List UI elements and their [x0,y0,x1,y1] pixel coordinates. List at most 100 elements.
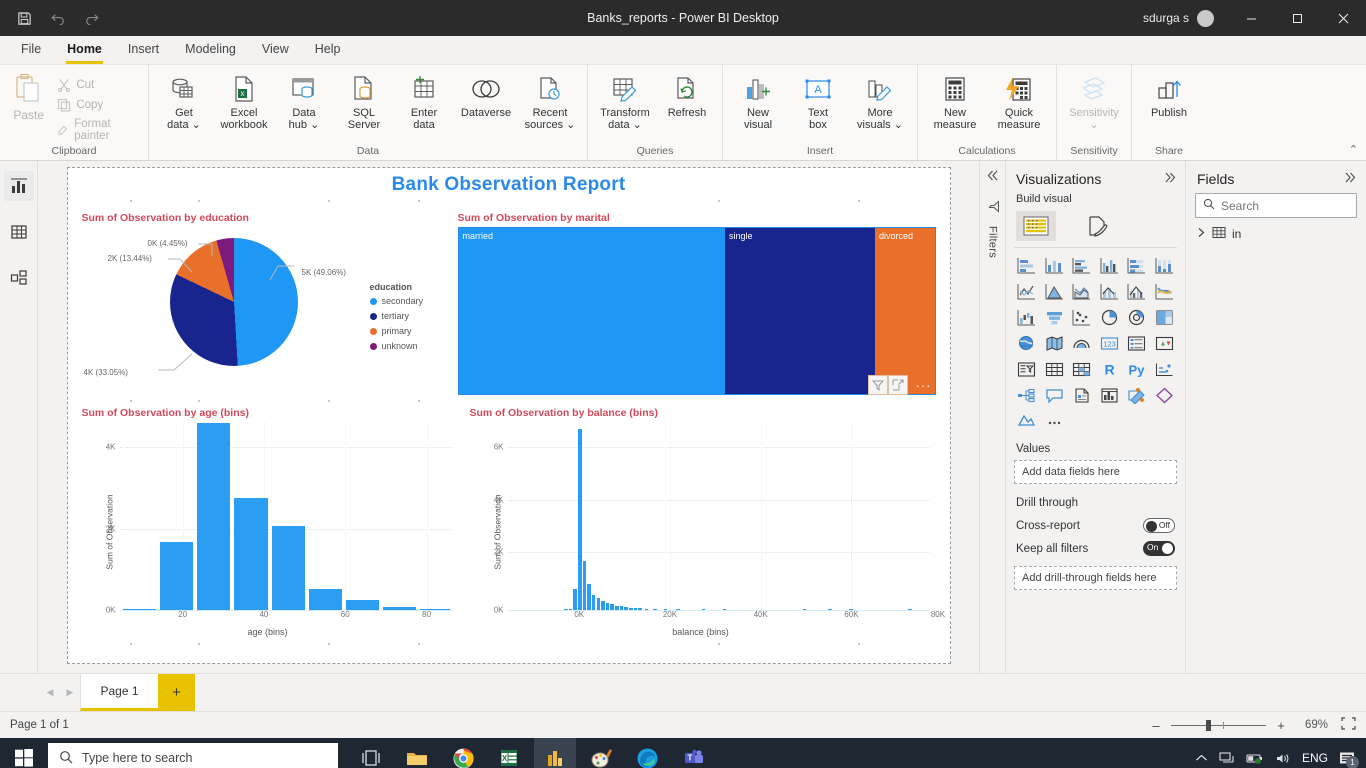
save-icon[interactable] [14,8,34,28]
values-dropzone[interactable]: Add data fields here [1014,460,1177,484]
transform-data-button[interactable]: Transform data ⌄ [594,69,656,135]
tab-help[interactable]: Help [302,36,354,64]
quick-measure-button[interactable]: Quick measure [988,69,1050,135]
tab-view[interactable]: View [249,36,302,64]
new-visual-button[interactable]: New visual [729,69,787,135]
fit-to-page-icon[interactable] [1341,717,1356,733]
line-chart-icon[interactable] [1014,281,1040,302]
map-icon[interactable] [1014,333,1040,354]
windows-start-icon[interactable] [0,738,48,768]
volume-icon[interactable] [1275,752,1291,765]
drillthrough-dropzone[interactable]: Add drill-through fields here [1014,566,1177,590]
legend-item-tertiary[interactable]: tertiary [369,311,424,321]
notifications-icon[interactable]: 1 [1339,751,1359,768]
refresh-button[interactable]: Refresh [658,69,716,123]
python-visual-icon[interactable]: Py [1124,359,1150,380]
chevron-double-left-icon[interactable] [986,169,999,185]
visual-bar-balance-bins[interactable]: Sum of Observation by balance (bins) Sum… [468,405,946,640]
copy-button[interactable]: Copy [53,97,142,113]
waterfall-chart-icon[interactable] [1014,307,1040,328]
power-bi-icon[interactable] [534,738,576,768]
funnel-icon[interactable] [867,375,888,395]
chevron-left-icon[interactable]: ◀ [40,674,60,711]
qa-visual-icon[interactable] [1042,385,1068,406]
smart-narrative-icon[interactable] [1069,385,1095,406]
get-data-button[interactable]: Get data ⌄ [155,69,213,135]
battery-icon[interactable] [1246,752,1264,764]
sidebar-item-report-view[interactable] [3,171,34,201]
100-stacked-bar-chart-icon[interactable] [1124,255,1150,276]
add-page-button[interactable]: + [158,674,195,711]
filled-map-icon[interactable] [1042,333,1068,354]
scatter-chart-icon[interactable] [1069,307,1095,328]
sensitivity-button[interactable]: Sensitivity ⌄ [1063,69,1125,135]
cross-report-toggle[interactable]: Off [1143,518,1175,533]
visual-treemap-marital[interactable]: Sum of Observation by marital married si… [456,210,938,395]
zoom-in-button[interactable]: + [1275,718,1287,733]
stacked-area-chart-icon[interactable] [1069,281,1095,302]
chevron-right-icon[interactable]: ▶ [60,674,80,711]
sidebar-item-data-view[interactable] [4,217,34,247]
clustered-bar-chart-icon[interactable] [1069,255,1095,276]
data-hub-button[interactable]: Data hub ⌄ [275,69,333,135]
more-options-ellipsis-icon[interactable]: ··· [916,378,932,393]
collapse-ribbon-button[interactable]: ⌃ [1349,143,1358,156]
page-tab-page-1[interactable]: Page 1 [80,674,158,711]
azure-map-icon[interactable] [1014,411,1040,432]
tab-file[interactable]: File [8,36,54,64]
file-explorer-icon[interactable] [396,738,438,768]
recent-sources-button[interactable]: Recent sources ⌄ [519,69,581,135]
r-script-visual-icon[interactable]: R [1097,359,1123,380]
slicer-icon[interactable] [1014,359,1040,380]
taskbar-search-box[interactable]: Type here to search [48,743,338,768]
redo-icon[interactable] [82,8,102,28]
100-stacked-column-chart-icon[interactable] [1152,255,1178,276]
sidebar-item-model-view[interactable] [4,263,34,293]
focus-mode-icon[interactable] [887,375,908,395]
treemap-cell-married[interactable]: married [458,228,726,394]
maximize-button[interactable] [1274,0,1320,36]
legend-item-secondary[interactable]: secondary [369,296,423,306]
cut-button[interactable]: Cut [53,77,142,93]
key-influencers-icon[interactable] [1152,359,1178,380]
treemap-cell-divorced[interactable]: divorced [874,228,935,394]
task-view-icon[interactable] [350,738,392,768]
fields-build-icon[interactable] [1016,211,1056,241]
filters-pane-collapsed[interactable]: Filters [979,161,1005,673]
legend-item-unknown[interactable]: unknown [369,341,424,351]
line-stacked-column-chart-icon[interactable] [1097,281,1123,302]
tab-home[interactable]: Home [54,36,115,64]
field-table-in[interactable]: in [1195,218,1357,242]
donut-chart-icon[interactable] [1124,307,1150,328]
close-button[interactable] [1320,0,1366,36]
chevron-right-icon[interactable] [1197,227,1206,241]
table-icon[interactable] [1042,359,1068,380]
multi-row-card-icon[interactable] [1124,333,1150,354]
microsoft-edge-icon[interactable] [626,738,668,768]
stacked-bar-chart-icon[interactable] [1014,255,1040,276]
decomposition-tree-icon[interactable] [1014,385,1040,406]
treemap-icon[interactable] [1152,307,1178,328]
zoom-slider[interactable] [1171,719,1266,731]
tab-insert[interactable]: Insert [115,36,172,64]
power-apps-icon[interactable] [1124,385,1150,406]
ribbon-chart-icon[interactable] [1152,281,1178,302]
card-icon[interactable]: 123 [1097,333,1123,354]
more-visuals-ellipsis-icon[interactable] [1042,411,1068,432]
sql-server-button[interactable]: SQL Server [335,69,393,135]
zoom-slider-thumb[interactable] [1206,719,1212,731]
visual-bar-age-bins[interactable]: Sum of Observation by age (bins) Sum of … [80,405,460,640]
zoom-out-button[interactable]: – [1150,718,1162,733]
paste-button[interactable]: Paste [6,69,51,145]
pie-chart-icon[interactable] [1097,307,1123,328]
arcgis-map-icon[interactable] [1069,333,1095,354]
language-indicator[interactable]: ENG [1302,751,1328,765]
fields-search-box[interactable] [1195,193,1357,218]
clustered-column-chart-icon[interactable] [1097,255,1123,276]
visual-pie-education[interactable]: Sum of Observation by education 5K (49.0… [80,210,460,395]
power-automate-icon[interactable] [1152,385,1178,406]
keep-all-filters-toggle[interactable]: On [1143,541,1175,556]
line-clustered-column-chart-icon[interactable] [1124,281,1150,302]
legend-item-primary[interactable]: primary [369,326,424,336]
show-hidden-icons-icon[interactable] [1195,753,1208,764]
